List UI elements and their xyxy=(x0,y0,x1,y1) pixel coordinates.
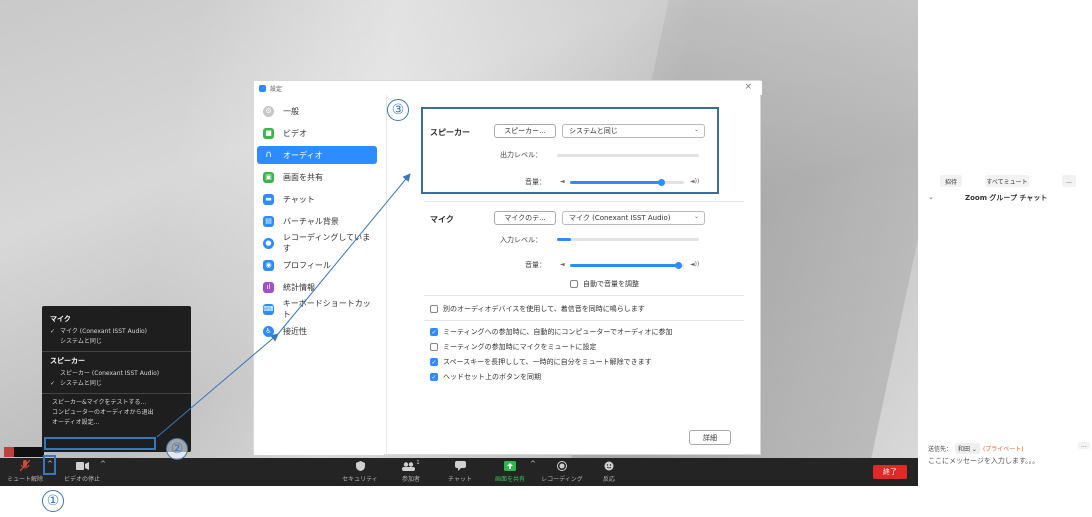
invite-button[interactable]: 招待 xyxy=(940,175,962,187)
send-to-select[interactable]: 和田 ⌄ xyxy=(955,443,980,454)
arrow-to-speaker-section xyxy=(277,173,411,335)
chat-message-input[interactable]: ここにメッセージを入力します。。。 xyxy=(928,456,1039,466)
more-options-button[interactable]: ... xyxy=(1062,175,1076,187)
chat-more-button[interactable]: ... xyxy=(1078,442,1090,449)
send-to-label: 送信先： xyxy=(928,446,953,453)
privacy-label: (プライベート) xyxy=(982,446,1024,453)
step-marker-1: ① xyxy=(42,490,64,512)
chat-panel xyxy=(918,0,1092,486)
arrow-to-audio-settings xyxy=(156,333,279,438)
send-to-row: 送信先： 和田 ⌄ (プライベート) xyxy=(928,443,1024,454)
chat-title: Zoom グループ チャット xyxy=(965,194,1048,202)
mute-all-button[interactable]: すべてミュート xyxy=(985,175,1029,187)
step-marker-2: ② xyxy=(166,438,188,460)
step-marker-3: ③ xyxy=(387,99,409,121)
collapse-chevron-icon[interactable]: ⌄ xyxy=(928,193,934,201)
